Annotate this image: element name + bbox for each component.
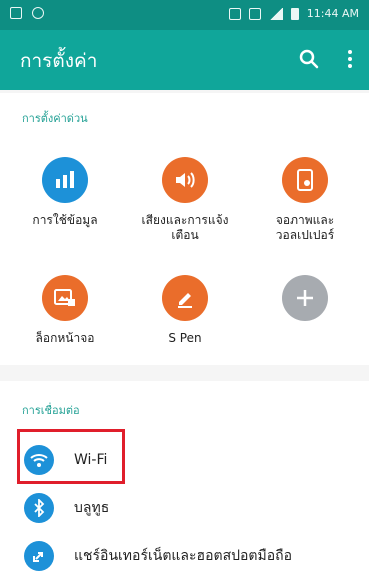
quick-setting-label: เสียงและการแจ้งเตือน: [141, 213, 229, 242]
connections-label: การเชื่อมต่อ: [22, 404, 80, 417]
quick-setting-label: การใช้ข้อมูล: [32, 213, 98, 227]
tethering-label: แชร์อินเทอร์เน็ตและฮอตสปอตมือถือ: [74, 548, 293, 564]
vibrate-icon: [228, 7, 241, 20]
quick-setting-s-pen[interactable]: S Pen: [130, 275, 240, 346]
quick-setting-sound[interactable]: เสียงและการแจ้งเตือน: [130, 157, 240, 243]
quick-settings-label: การตั้งค่าด่วน: [22, 112, 88, 125]
search-icon[interactable]: [297, 47, 321, 71]
quick-setting-add[interactable]: [250, 275, 360, 321]
quick-setting-data-usage[interactable]: การใช้ข้อมูล: [10, 157, 120, 228]
data-usage-icon: [42, 157, 88, 203]
quick-setting-label: จอภาพและวอลเปเปอร์: [275, 213, 335, 242]
lock-screen-icon: [42, 275, 88, 321]
signal-icon: [268, 7, 283, 20]
gallery-notification-icon: [10, 7, 22, 19]
quick-setting-label: ล็อกหน้าจอ: [35, 331, 95, 345]
list-item-tethering[interactable]: แชร์อินเทอร์เน็ตและฮอตสปอตมือถือ: [18, 534, 358, 578]
bluetooth-label: บลูทูธ: [74, 500, 110, 516]
bluetooth-icon: [24, 493, 54, 523]
more-vert-icon[interactable]: [343, 47, 357, 71]
status-left: [10, 7, 44, 19]
status-bar: 11:44 AM: [0, 0, 369, 30]
battery-icon: [290, 7, 299, 20]
status-time: 11:44 AM: [306, 7, 359, 20]
quick-settings-panel: การตั้งค่าด่วน การใช้ข้อมูล เสียงและการแ…: [0, 93, 369, 365]
pen-icon: [162, 275, 208, 321]
calendar-icon: [248, 7, 261, 20]
app-title: การตั้งค่า: [20, 50, 98, 72]
quick-setting-lock-screen[interactable]: ล็อกหน้าจอ: [10, 275, 120, 346]
wifi-highlight-box: [17, 429, 125, 484]
status-right: 11:44 AM: [228, 7, 359, 20]
tethering-icon: [24, 541, 54, 571]
sound-icon: [162, 157, 208, 203]
quick-setting-display[interactable]: จอภาพและวอลเปเปอร์: [250, 157, 360, 243]
quick-setting-label: S Pen: [168, 331, 202, 345]
notification-icon: [32, 7, 44, 19]
add-icon: [282, 275, 328, 321]
app-bar: การตั้งค่า: [0, 30, 369, 90]
list-item-bluetooth[interactable]: บลูทูธ: [18, 486, 358, 530]
display-icon: [282, 157, 328, 203]
